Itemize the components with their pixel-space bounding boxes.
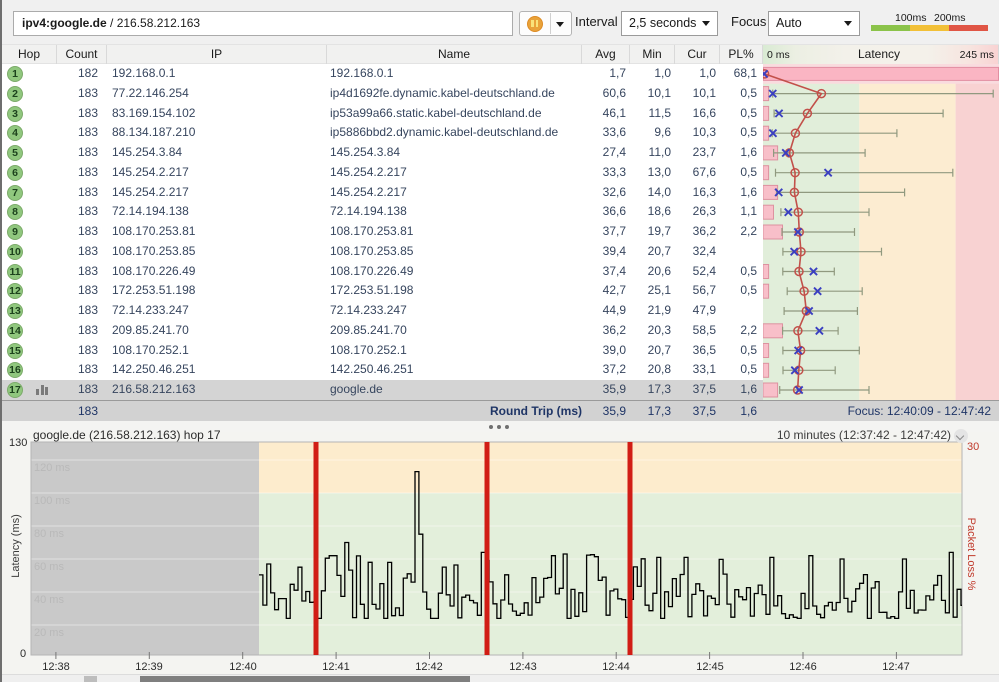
- svg-text:100 ms: 100 ms: [34, 495, 71, 507]
- svg-text:60 ms: 60 ms: [34, 561, 64, 573]
- svg-text:40 ms: 40 ms: [34, 594, 64, 606]
- svg-text:120 ms: 120 ms: [34, 462, 71, 474]
- svg-text:80 ms: 80 ms: [34, 528, 64, 540]
- svg-text:20 ms: 20 ms: [34, 627, 64, 639]
